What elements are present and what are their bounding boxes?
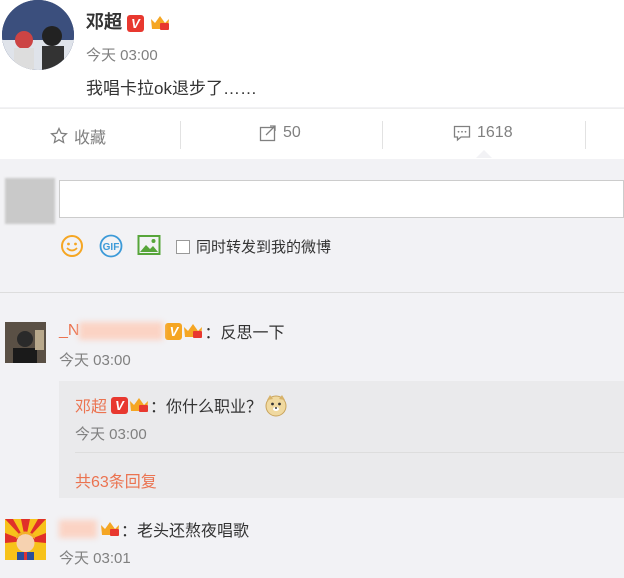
- share-checkbox[interactable]: [176, 239, 190, 254]
- action-divider: [382, 121, 383, 149]
- blurred-name: [59, 520, 97, 538]
- repost-button[interactable]: 50: [259, 124, 301, 142]
- commenter-avatar[interactable]: [5, 322, 46, 363]
- doge-emoji-icon: [265, 395, 287, 417]
- post-time[interactable]: 今天 03:00: [86, 44, 158, 65]
- reply-time[interactable]: 今天 03:00: [75, 423, 147, 444]
- comment-row: ：老头还熬夜唱歌: [59, 517, 249, 541]
- comment-text: ：反思一下: [204, 325, 285, 342]
- post-author-name[interactable]: 邓超: [86, 12, 122, 32]
- comment-input[interactable]: [59, 180, 624, 218]
- verified-v-icon: V: [165, 322, 183, 340]
- vip-crown-icon: [130, 398, 149, 412]
- favorite-label: 收藏: [74, 130, 107, 147]
- weibo-post: 邓超 V 今天 03:00 我唱卡拉ok退步了……: [0, 0, 624, 107]
- emoji-icon[interactable]: [60, 234, 84, 258]
- comment-row: _N V ：反思一下: [59, 319, 284, 343]
- commenter-name[interactable]: _N: [59, 322, 79, 340]
- comment-time[interactable]: 今天 03:00: [59, 349, 131, 370]
- reply-author-name[interactable]: 邓超: [75, 393, 107, 417]
- repost-icon: [259, 125, 276, 142]
- reply-divider: [75, 452, 624, 453]
- vip-crown-icon: [151, 16, 170, 31]
- verified-v-icon: V: [127, 14, 145, 32]
- star-icon: [50, 127, 68, 144]
- blurred-name: [79, 322, 164, 340]
- gif-icon[interactable]: GIF: [98, 234, 124, 258]
- vip-crown-icon: [101, 522, 119, 536]
- action-divider: [585, 121, 586, 149]
- reply-text: ：你什么职业？: [150, 399, 263, 416]
- comment-text: ：老头还熬夜唱歌: [121, 523, 250, 540]
- active-tab-caret: [476, 150, 492, 158]
- image-icon[interactable]: [137, 234, 161, 256]
- comment-count: 1618: [477, 124, 513, 141]
- post-author-row: 邓超 V: [86, 8, 171, 34]
- comment-button[interactable]: 1618: [453, 124, 513, 142]
- action-bar: 收藏 50 1618: [0, 108, 624, 159]
- my-avatar: [5, 178, 55, 224]
- action-divider: [180, 121, 181, 149]
- vip-crown-icon: [184, 324, 203, 338]
- share-label: 同时转发到我的微博: [196, 239, 332, 256]
- repost-count: 50: [283, 124, 301, 141]
- reply-row: 邓超 V ：你什么职业？: [75, 393, 288, 417]
- share-to-weibo-option[interactable]: 同时转发到我的微博: [176, 236, 331, 257]
- comment-icon: [453, 125, 471, 142]
- more-replies-link[interactable]: 共63条回复: [75, 468, 157, 492]
- section-divider: [0, 292, 624, 293]
- verified-v-icon: V: [111, 396, 129, 414]
- post-text: 我唱卡拉ok退步了……: [86, 79, 257, 98]
- commenter-avatar[interactable]: [5, 519, 46, 560]
- author-avatar[interactable]: [2, 0, 74, 70]
- comment-time[interactable]: 今天 03:01: [59, 547, 131, 568]
- svg-text:GIF: GIF: [103, 242, 120, 253]
- reply-thread: 邓超 V ：你什么职业？ 今天 03:00 共63条回复: [59, 381, 624, 498]
- favorite-button[interactable]: 收藏: [50, 124, 106, 148]
